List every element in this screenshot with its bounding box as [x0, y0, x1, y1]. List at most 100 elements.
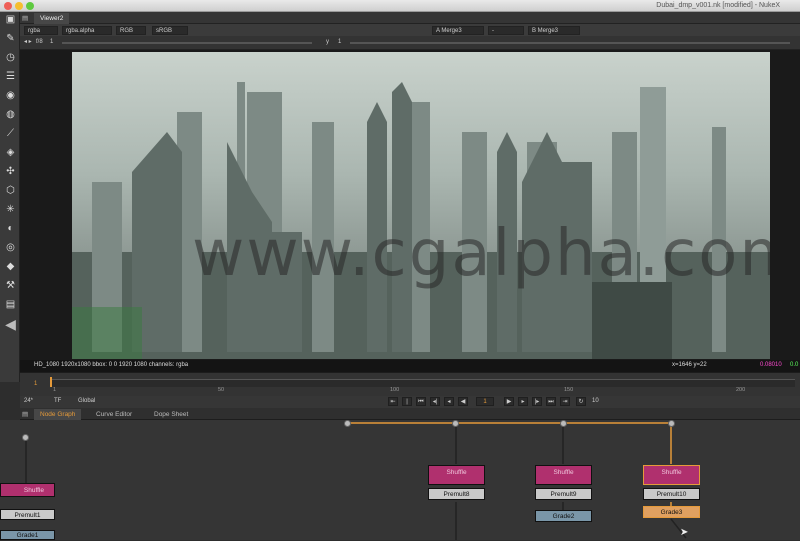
input-b-dropdown[interactable]: B Merge3: [528, 26, 580, 35]
display-mode-dropdown[interactable]: RGB: [116, 26, 146, 35]
node-graph[interactable]: Shuffle Premult1 Grade1 Shuffle Premult8…: [0, 420, 800, 540]
color-icon[interactable]: ◉: [4, 90, 17, 102]
gamma-value[interactable]: 1: [338, 38, 341, 47]
nodes-toolbar: ▣ ✎ ◷ ☰ ◉ ◍ ⟋ ◈ ✣ ⬡ ✳ ◐ ◎ ◆ ⚒ ▤ ◀: [0, 12, 20, 382]
timeframe-dropdown[interactable]: TF: [54, 397, 61, 406]
prev-keyframe-button[interactable]: ◂|: [430, 397, 440, 406]
channel-icon[interactable]: ☰: [4, 71, 17, 83]
fstop-label: f/8: [36, 39, 43, 45]
node-shuffle-left[interactable]: Shuffle: [0, 483, 55, 497]
deep-icon[interactable]: ◐: [4, 223, 17, 235]
timeline-tick: 50: [218, 387, 225, 393]
node-premult10[interactable]: Premult10: [643, 488, 700, 500]
fstop-value[interactable]: 1: [50, 38, 53, 47]
pane-menu-icon[interactable]: ▤: [22, 13, 32, 24]
other-icon[interactable]: ▤: [4, 299, 17, 311]
gamma-label: y: [326, 39, 329, 45]
channels-dropdown[interactable]: rgba: [24, 26, 58, 35]
node-grade3[interactable]: Grade3: [643, 506, 700, 518]
window-titlebar: Dubai_dmp_v001.nk [modified] - NukeX: [0, 0, 800, 12]
node-premult8[interactable]: Premult8: [428, 488, 485, 500]
lut-dropdown[interactable]: sRGB: [152, 26, 188, 35]
node-grade2[interactable]: Grade2: [535, 510, 592, 522]
minimize-window-button[interactable]: [15, 2, 23, 10]
skip-back-button[interactable]: ⏮: [416, 397, 426, 406]
tab-node-graph[interactable]: Node Graph: [34, 409, 82, 420]
goto-in-button[interactable]: ⇤: [388, 397, 398, 406]
first-frame-button[interactable]: |: [402, 397, 412, 406]
step-increment-field[interactable]: 10: [592, 397, 599, 406]
alpha-channel-dropdown[interactable]: rgba.alpha: [62, 26, 112, 35]
mouse-cursor-icon: ➤: [680, 527, 689, 538]
dot-node[interactable]: [560, 420, 567, 427]
back-icon[interactable]: ◀: [4, 317, 17, 331]
gain-slider[interactable]: [62, 42, 312, 44]
time-icon[interactable]: ◷: [4, 52, 17, 64]
viewer-info-bar: HD_1080 1920x1080 bbox: 0 0 1920 1080 ch…: [20, 360, 800, 372]
maximize-window-button[interactable]: [26, 2, 34, 10]
views-icon[interactable]: ◎: [4, 242, 17, 254]
viewer-viewport[interactable]: www.cgalpha.com: [20, 50, 800, 360]
pixel-value-red: 0.08010: [760, 362, 782, 368]
node-grade-left[interactable]: Grade1: [0, 530, 55, 540]
timeline-track[interactable]: [50, 377, 795, 387]
fps-dropdown[interactable]: 24*: [24, 397, 33, 406]
timeline-tick: 150: [564, 387, 574, 393]
skip-forward-button[interactable]: ⏭: [546, 397, 556, 406]
toolsets-icon[interactable]: ⚒: [4, 280, 17, 292]
playback-controls: 24* TF Global ⇤ | ⏮ ◂| ◂ ◀ 1 ▶ ▸ |▸ ⏭ ⇥ …: [20, 396, 800, 408]
pixel-value-green: 0.0: [790, 362, 799, 368]
dot-node[interactable]: [344, 420, 351, 427]
dot-node[interactable]: [452, 420, 459, 427]
input-a-dropdown[interactable]: A Merge3: [432, 26, 484, 35]
particles-icon[interactable]: ✳: [4, 204, 17, 216]
filter-icon[interactable]: ◍: [4, 109, 17, 121]
lower-tab-bar: ▤ Node Graph Curve Editor Dope Sheet: [20, 408, 800, 420]
node-shuffle-1[interactable]: Shuffle: [428, 465, 485, 485]
keyer-icon[interactable]: ⟋: [4, 128, 17, 140]
viewer-image: www.cgalpha.com: [72, 52, 770, 359]
node-shuffle-3[interactable]: Shuffle: [643, 465, 700, 485]
pane-menu-icon[interactable]: ▤: [22, 409, 32, 420]
goto-out-button[interactable]: ⇥: [560, 397, 570, 406]
tab-curve-editor[interactable]: Curve Editor: [90, 409, 138, 420]
merge-icon[interactable]: ◈: [4, 147, 17, 159]
tab-viewer2[interactable]: Viewer2: [34, 13, 70, 24]
window-title: Dubai_dmp_v001.nk [modified] - NukeX: [656, 2, 780, 9]
next-keyframe-button[interactable]: |▸: [532, 397, 542, 406]
timeline-tick: 1: [53, 387, 57, 393]
fstop-arrows-icon[interactable]: ◂ ▸: [24, 38, 32, 47]
composite-mode-dropdown[interactable]: -: [488, 26, 524, 35]
viewer-controls: rgba rgba.alpha RGB sRGB A Merge3 - B Me…: [20, 24, 800, 36]
3d-icon[interactable]: ⬡: [4, 185, 17, 197]
viewer-gain-controls: ◂ ▸ f/8 1 y 1: [20, 36, 800, 50]
node-shuffle-2[interactable]: Shuffle: [535, 465, 592, 485]
dot-node[interactable]: [668, 420, 675, 427]
viewer-tab-bar: ▤ Viewer2: [20, 12, 800, 24]
play-forward-button[interactable]: ▶: [504, 397, 514, 406]
cursor-coords: x=1646 y=22: [672, 362, 707, 368]
timeline: 1 1 50 100 150 200: [20, 372, 800, 396]
play-backward-button[interactable]: ◀: [458, 397, 468, 406]
watermark-text: www.cgalpha.com: [192, 217, 770, 291]
frame-field[interactable]: 1: [476, 397, 494, 406]
image-icon[interactable]: ▣: [4, 14, 17, 26]
draw-icon[interactable]: ✎: [4, 33, 17, 45]
node-premult9[interactable]: Premult9: [535, 488, 592, 500]
metadata-icon[interactable]: ◆: [4, 261, 17, 273]
gamma-slider[interactable]: [350, 42, 790, 44]
step-back-button[interactable]: ◂: [444, 397, 454, 406]
loop-mode-button[interactable]: ↻: [576, 397, 586, 406]
step-forward-button[interactable]: ▸: [518, 397, 528, 406]
tab-dope-sheet[interactable]: Dope Sheet: [148, 409, 194, 420]
timeline-tick: 100: [390, 387, 400, 393]
city-skyline: [72, 82, 770, 359]
node-premult-left[interactable]: Premult1: [0, 509, 55, 520]
transform-icon[interactable]: ✣: [4, 166, 17, 178]
close-window-button[interactable]: [4, 2, 12, 10]
current-frame: 1: [34, 381, 38, 387]
timeline-tick: 200: [736, 387, 746, 393]
dot-node[interactable]: [22, 434, 29, 441]
range-dropdown[interactable]: Global: [78, 397, 95, 406]
playhead[interactable]: [50, 377, 52, 387]
